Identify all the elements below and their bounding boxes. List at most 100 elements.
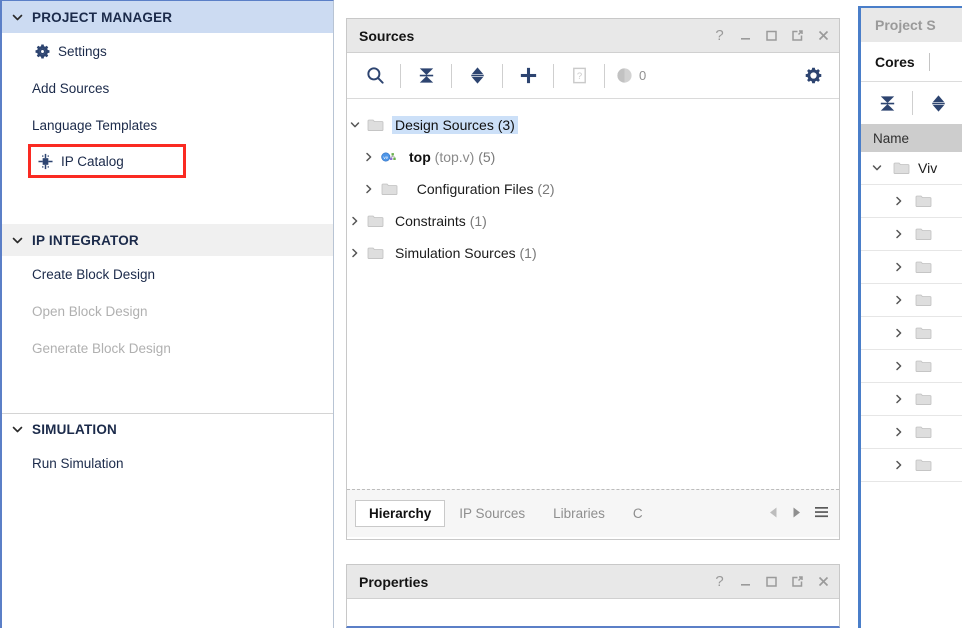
section-header-ip-integrator[interactable]: IP INTEGRATOR	[2, 224, 333, 256]
triangle-right-icon[interactable]	[791, 506, 802, 522]
table-row[interactable]	[861, 449, 962, 482]
verilog-module-icon: ve	[381, 149, 399, 165]
sidebar-item-label: Run Simulation	[32, 456, 124, 471]
chevron-right-icon[interactable]	[891, 459, 907, 471]
flow-navigator-sidebar: PROJECT MANAGER Settings Add Sources Lan…	[0, 0, 334, 628]
column-header-name[interactable]: Name	[861, 124, 962, 152]
sidebar-item-settings[interactable]: Settings	[2, 33, 333, 70]
status-count: 0	[616, 67, 646, 84]
section-header-project-manager[interactable]: PROJECT MANAGER	[2, 1, 333, 33]
chevron-right-icon[interactable]	[891, 261, 907, 273]
section-header-simulation[interactable]: SIMULATION	[2, 413, 333, 445]
chevron-right-icon[interactable]	[891, 393, 907, 405]
window-controls: ?	[712, 574, 831, 589]
chevron-right-icon[interactable]	[891, 426, 907, 438]
tree-row[interactable]: Constraints (1)	[347, 205, 839, 237]
toolbar-separator	[553, 63, 554, 88]
folder-icon	[893, 160, 911, 176]
project-summary-title-bar: Project S	[861, 8, 962, 42]
sidebar-item-add-sources[interactable]: Add Sources	[2, 70, 333, 107]
tree-row[interactable]: Design Sources (3)	[347, 109, 839, 141]
chevron-right-icon[interactable]	[361, 149, 377, 165]
table-row[interactable]	[861, 218, 962, 251]
table-row[interactable]	[861, 350, 962, 383]
toolbar-separator	[604, 63, 605, 88]
gear-icon[interactable]	[799, 62, 827, 90]
tree-item-label: Constraints (1)	[395, 213, 487, 229]
tree-row[interactable]: Configuration Files (2)	[347, 173, 839, 205]
chevron-right-icon[interactable]	[891, 195, 907, 207]
tree-row[interactable]: ve top (top.v) (5)	[347, 141, 839, 173]
panel-title: Sources	[359, 27, 415, 44]
section-label: IP INTEGRATOR	[32, 232, 139, 248]
toolbar-separator	[451, 63, 452, 88]
properties-title-bar: Properties ?	[347, 565, 839, 599]
table-row[interactable]	[861, 185, 962, 218]
table-row[interactable]	[861, 284, 962, 317]
table-row[interactable]	[861, 317, 962, 350]
section-label: PROJECT MANAGER	[32, 9, 173, 25]
chevron-right-icon[interactable]	[891, 294, 907, 306]
float-icon[interactable]	[790, 574, 805, 589]
close-icon[interactable]	[816, 28, 831, 43]
folder-icon	[915, 292, 933, 308]
chevron-down-icon[interactable]	[869, 162, 885, 174]
triangle-left-icon[interactable]	[768, 506, 779, 522]
sidebar-item-create-block-design[interactable]: Create Block Design	[2, 256, 333, 293]
sidebar-item-label: IP Catalog	[61, 153, 124, 169]
sidebar-item-run-simulation[interactable]: Run Simulation	[2, 445, 333, 482]
toolbar-separator	[502, 63, 503, 88]
table-row[interactable]	[861, 416, 962, 449]
chevron-right-icon[interactable]	[347, 245, 363, 261]
vivado-flow-navigator-screen: PROJECT MANAGER Settings Add Sources Lan…	[0, 0, 962, 628]
tab-cores[interactable]: Cores	[875, 54, 915, 70]
sources-panel: Sources ? ? 0 Design Sources (3) ve top …	[346, 18, 840, 540]
chevron-right-icon[interactable]	[891, 360, 907, 372]
float-icon[interactable]	[790, 28, 805, 43]
properties-panel: Properties ?	[346, 564, 840, 628]
report-icon: ?	[565, 62, 593, 90]
table-row[interactable]: Viv	[861, 152, 962, 185]
collapse-all-icon[interactable]	[873, 89, 901, 117]
sources-toolbar: ? 0	[347, 53, 839, 99]
sidebar-item-ip-catalog[interactable]: IP Catalog	[28, 144, 186, 178]
tab-ip-sources[interactable]: IP Sources	[445, 500, 539, 527]
close-icon[interactable]	[816, 574, 831, 589]
help-icon[interactable]: ?	[712, 28, 727, 43]
sources-title-bar: Sources ?	[347, 19, 839, 53]
table-row[interactable]	[861, 251, 962, 284]
add-sources-icon[interactable]	[514, 62, 542, 90]
folder-icon	[367, 213, 385, 229]
tree-item-label: top (top.v) (5)	[409, 149, 496, 165]
maximize-icon[interactable]	[764, 574, 779, 589]
search-icon[interactable]	[361, 62, 389, 90]
maximize-icon[interactable]	[764, 28, 779, 43]
tab-libraries[interactable]: Libraries	[539, 500, 619, 527]
folder-icon	[915, 325, 933, 341]
minimize-icon[interactable]	[738, 28, 753, 43]
tab-compile-order[interactable]: C	[619, 500, 657, 527]
chevron-right-icon[interactable]	[891, 327, 907, 339]
tree-row[interactable]: Simulation Sources (1)	[347, 237, 839, 269]
svg-text:ve: ve	[383, 155, 388, 160]
sidebar-item-generate-block-design: Generate Block Design	[2, 330, 333, 367]
help-icon[interactable]: ?	[712, 574, 727, 589]
chevron-right-icon[interactable]	[347, 213, 363, 229]
expand-all-icon[interactable]	[463, 62, 491, 90]
column-header-label: Name	[873, 130, 910, 146]
hamburger-icon[interactable]	[814, 505, 829, 522]
chevron-right-icon[interactable]	[361, 181, 377, 197]
panel-title: Project S	[875, 17, 936, 33]
chevron-right-icon[interactable]	[891, 228, 907, 240]
folder-icon	[367, 117, 385, 133]
gear-icon	[32, 42, 52, 62]
minimize-icon[interactable]	[738, 574, 753, 589]
chevron-down-icon[interactable]	[347, 117, 363, 133]
collapse-all-icon[interactable]	[412, 62, 440, 90]
folder-icon	[915, 259, 933, 275]
expand-all-icon[interactable]	[924, 89, 952, 117]
table-row[interactable]	[861, 383, 962, 416]
sidebar-item-language-templates[interactable]: Language Templates	[2, 107, 333, 144]
tab-hierarchy[interactable]: Hierarchy	[355, 500, 446, 527]
